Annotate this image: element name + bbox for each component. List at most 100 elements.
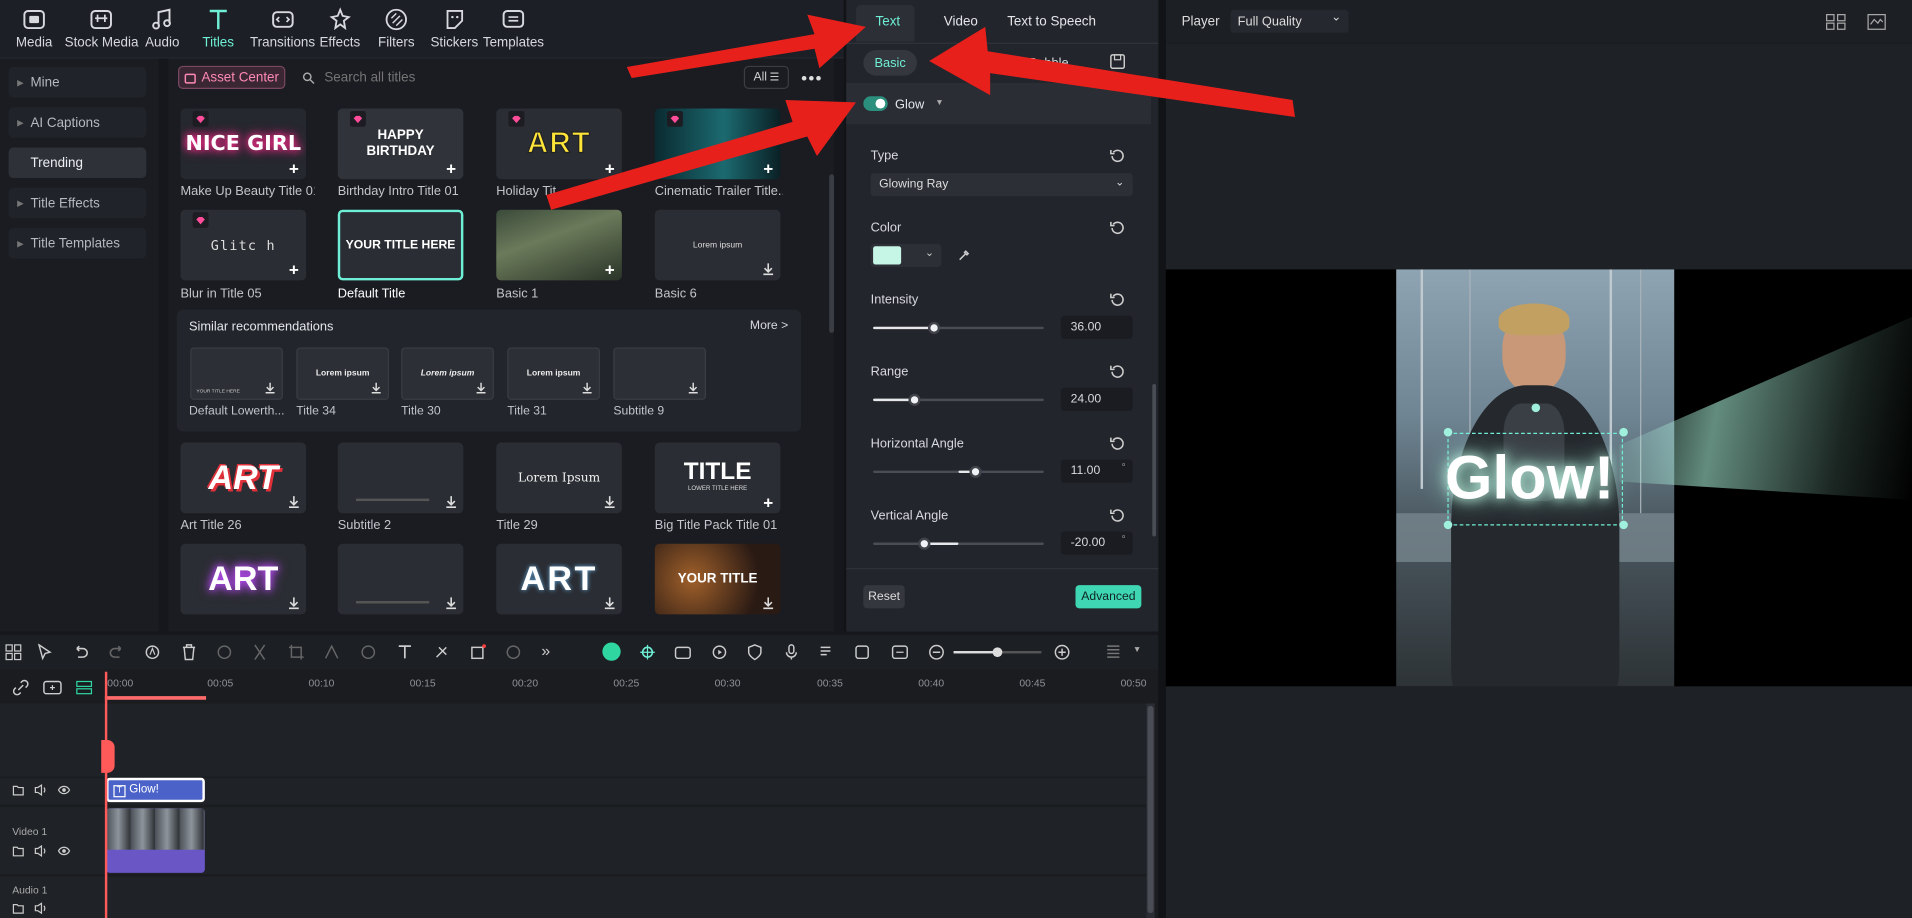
more-options-icon[interactable]: ••• xyxy=(801,68,823,88)
reset-icon[interactable] xyxy=(1110,363,1126,379)
quality-dropdown[interactable]: Full Quality ⌄ xyxy=(1230,9,1349,33)
title-clip[interactable]: T Glow! xyxy=(106,777,205,803)
track-add-icon[interactable] xyxy=(43,680,63,695)
similar-card[interactable]: Lorem ipsum xyxy=(296,347,389,400)
speaker-icon[interactable] xyxy=(34,902,47,915)
split-icon[interactable] xyxy=(251,644,268,661)
title-card-default-title[interactable]: YOUR TITLE HERE xyxy=(337,209,464,281)
toolbar-stock-media[interactable]: Stock Media xyxy=(65,7,138,50)
asset-center-button[interactable]: Asset Center xyxy=(178,65,286,89)
layout-icon[interactable] xyxy=(5,644,22,661)
auto-reframe-icon[interactable] xyxy=(855,644,872,661)
similar-card[interactable]: Lorem ipsum xyxy=(401,347,494,400)
overlay-text[interactable]: Glow! xyxy=(1445,443,1614,514)
download-icon[interactable] xyxy=(287,495,302,510)
tab-text[interactable]: Text xyxy=(876,15,901,30)
delete-icon[interactable] xyxy=(180,644,197,661)
speaker-icon[interactable] xyxy=(34,783,47,797)
download-icon[interactable] xyxy=(369,382,382,395)
add-icon[interactable]: + xyxy=(444,160,459,177)
add-icon[interactable]: + xyxy=(287,160,302,177)
download-icon[interactable] xyxy=(687,382,700,395)
download-icon[interactable] xyxy=(287,596,302,611)
toolbar-titles[interactable]: Titles xyxy=(202,7,234,50)
video-clip[interactable] xyxy=(106,808,205,873)
reset-button[interactable]: Reset xyxy=(863,585,905,609)
title-card-basic-6[interactable]: Lorem ipsum xyxy=(654,209,781,281)
title-card-art-neon[interactable]: ART xyxy=(180,543,307,615)
download-icon[interactable] xyxy=(602,495,617,510)
rotate-handle[interactable] xyxy=(1531,403,1541,413)
search-input[interactable] xyxy=(302,65,596,89)
title-card-art-title-26[interactable]: ART xyxy=(180,442,307,514)
toolbar-templates[interactable]: Templates xyxy=(483,7,544,50)
reset-icon[interactable] xyxy=(1110,148,1126,164)
add-icon[interactable]: + xyxy=(287,261,302,278)
download-icon[interactable] xyxy=(474,382,487,395)
eye-icon[interactable] xyxy=(57,784,71,796)
title-card-holiday[interactable]: ART + xyxy=(496,108,622,180)
sidebar-item-trending[interactable]: Trending xyxy=(8,147,147,178)
download-icon[interactable] xyxy=(761,262,776,277)
folder-icon[interactable] xyxy=(12,902,24,914)
horizontal-angle-slider[interactable] xyxy=(873,465,1044,478)
toolbar-stickers[interactable]: Stickers xyxy=(430,7,478,50)
ai-assistant-icon[interactable] xyxy=(602,642,621,661)
snap-icon[interactable] xyxy=(639,644,656,661)
crop-icon[interactable] xyxy=(288,644,305,661)
title-card-cinematic-trailer[interactable]: + xyxy=(654,108,781,180)
sidebar-item-title-effects[interactable]: ▶ Title Effects xyxy=(8,187,147,219)
resize-handle[interactable] xyxy=(1443,520,1453,530)
download-icon[interactable] xyxy=(580,382,593,395)
speaker-icon[interactable] xyxy=(34,844,47,857)
ai-tool-icon[interactable] xyxy=(144,644,161,661)
title-card-big-title-pack[interactable]: TITLE LOWER TITLE HERE + xyxy=(654,442,781,514)
more-tools-icon[interactable]: » xyxy=(541,641,550,659)
grid-view-icon[interactable] xyxy=(1825,13,1846,30)
waveform-view-icon[interactable] xyxy=(1867,13,1887,30)
shield-icon[interactable] xyxy=(746,644,763,661)
tab-video[interactable]: Video xyxy=(944,15,978,30)
subtab-animation[interactable]: n xyxy=(980,50,997,76)
voiceover-icon[interactable] xyxy=(818,644,835,661)
download-icon[interactable] xyxy=(444,495,459,510)
render-icon[interactable] xyxy=(674,644,691,661)
glow-toggle[interactable] xyxy=(863,96,888,111)
caret-down-icon[interactable]: ▼ xyxy=(935,99,943,108)
more-link[interactable]: More > xyxy=(750,319,788,332)
zoom-in-icon[interactable] xyxy=(1054,644,1071,661)
folder-icon[interactable] xyxy=(12,845,24,857)
browser-scrollbar[interactable] xyxy=(829,174,835,333)
add-icon[interactable]: + xyxy=(602,261,617,278)
title-card-subtitle[interactable] xyxy=(337,543,464,615)
reset-icon[interactable] xyxy=(1110,291,1126,307)
track-layout-icon[interactable] xyxy=(76,680,93,695)
link-icon[interactable] xyxy=(12,679,29,696)
toolbar-effects[interactable]: Effects xyxy=(319,7,360,50)
resize-handle[interactable] xyxy=(1619,520,1628,530)
reset-icon[interactable] xyxy=(1110,435,1126,451)
play-range-icon[interactable] xyxy=(711,644,728,661)
toolbar-audio[interactable]: Audio xyxy=(145,7,179,50)
fit-icon[interactable] xyxy=(891,644,908,661)
color-picker[interactable]: ⌄ xyxy=(870,243,942,267)
vertical-angle-input[interactable]: -20.00 ° xyxy=(1060,531,1133,555)
tab-text-to-speech[interactable]: Text to Speech xyxy=(1007,15,1096,30)
similar-card[interactable] xyxy=(613,347,707,400)
slider-handle[interactable] xyxy=(907,393,921,406)
similar-card[interactable]: Lorem ipsum xyxy=(507,347,600,400)
slider-handle[interactable] xyxy=(928,321,941,335)
playhead[interactable] xyxy=(104,671,108,918)
resize-handle[interactable] xyxy=(1619,427,1628,437)
slider-handle[interactable] xyxy=(918,537,931,550)
motion-icon[interactable] xyxy=(323,644,340,661)
folder-icon[interactable] xyxy=(12,784,24,796)
title-card-art-white[interactable]: ART xyxy=(496,543,622,615)
title-card-birthday-intro[interactable]: HAPPY BIRTHDAY + xyxy=(337,108,464,180)
title-card-blur-in[interactable]: Glitc h + xyxy=(180,209,307,281)
resize-handle[interactable] xyxy=(1443,427,1453,437)
filter-dropdown[interactable]: All ☰ xyxy=(743,65,789,89)
mask-icon[interactable] xyxy=(433,644,450,661)
title-card-title-29[interactable]: Lorem Ipsum xyxy=(496,442,622,514)
sidebar-item-mine[interactable]: ▶ Mine xyxy=(8,67,147,98)
